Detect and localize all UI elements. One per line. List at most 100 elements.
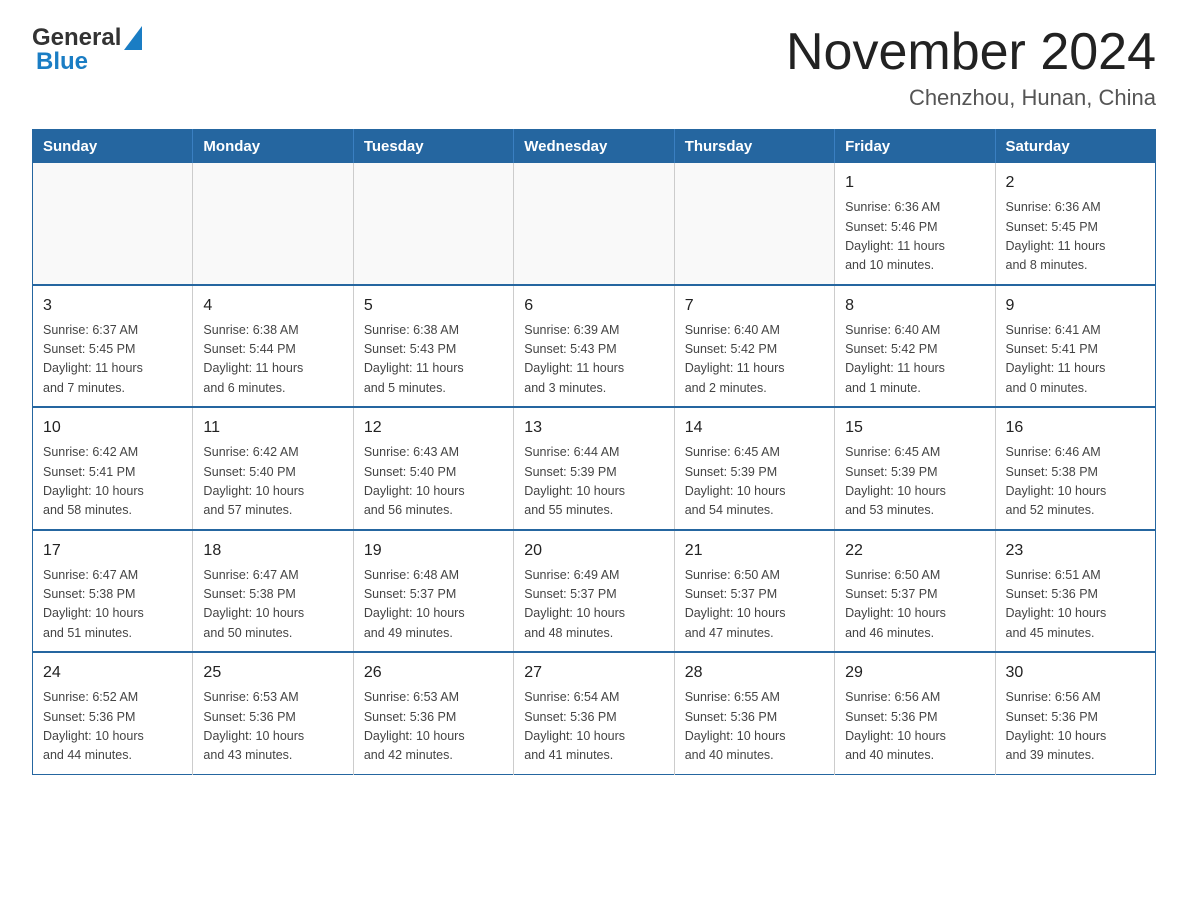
- day-info: Sunrise: 6:53 AMSunset: 5:36 PMDaylight:…: [203, 688, 342, 766]
- calendar-header: SundayMondayTuesdayWednesdayThursdayFrid…: [33, 130, 1156, 164]
- calendar-cell: 5 Sunrise: 6:38 AMSunset: 5:43 PMDaylight…: [353, 285, 513, 408]
- day-info: Sunrise: 6:54 AMSunset: 5:36 PMDaylight:…: [524, 688, 663, 766]
- calendar-cell: 29Sunrise: 6:56 AMSunset: 5:36 PMDayligh…: [835, 652, 995, 774]
- weekday-header-tuesday: Tuesday: [353, 130, 513, 164]
- header-right: November 2024 Chenzhou, Hunan, China: [786, 24, 1156, 111]
- day-info: Sunrise: 6:50 AMSunset: 5:37 PMDaylight:…: [845, 566, 984, 644]
- calendar-week-row: 24 Sunrise: 6:52 AMSunset: 5:36 PMDayligh…: [33, 652, 1156, 774]
- calendar-cell: 13 Sunrise: 6:44 AMSunset: 5:39 PMDayligh…: [514, 407, 674, 530]
- day-number: 12: [364, 416, 503, 440]
- calendar-cell: 21 Sunrise: 6:50 AMSunset: 5:37 PMDayligh…: [674, 530, 834, 653]
- day-info: Sunrise: 6:56 AMSunset: 5:36 PMDaylight:…: [1006, 688, 1145, 766]
- calendar-body: 1 Sunrise: 6:36 AMSunset: 5:46 PMDaylight…: [33, 163, 1156, 774]
- day-number: 4: [203, 294, 342, 318]
- day-number: 11: [203, 416, 342, 440]
- day-info: Sunrise: 6:46 AMSunset: 5:38 PMDaylight:…: [1006, 443, 1145, 521]
- calendar-cell: 23 Sunrise: 6:51 AMSunset: 5:36 PMDayligh…: [995, 530, 1155, 653]
- calendar-cell: 1 Sunrise: 6:36 AMSunset: 5:46 PMDaylight…: [835, 163, 995, 285]
- calendar-cell: 4 Sunrise: 6:38 AMSunset: 5:44 PMDaylight…: [193, 285, 353, 408]
- calendar-cell: 28 Sunrise: 6:55 AMSunset: 5:36 PMDayligh…: [674, 652, 834, 774]
- day-info: Sunrise: 6:51 AMSunset: 5:36 PMDaylight:…: [1006, 566, 1145, 644]
- day-info: Sunrise: 6:36 AMSunset: 5:45 PMDaylight:…: [1006, 198, 1145, 276]
- day-number: 25: [203, 661, 342, 685]
- day-number: 14: [685, 416, 824, 440]
- day-number: 22: [845, 539, 984, 563]
- calendar-cell: 12 Sunrise: 6:43 AMSunset: 5:40 PMDayligh…: [353, 407, 513, 530]
- day-number: 6: [524, 294, 663, 318]
- day-number: 23: [1006, 539, 1145, 563]
- day-info: Sunrise: 6:55 AMSunset: 5:36 PMDaylight:…: [685, 688, 824, 766]
- calendar-cell: 11 Sunrise: 6:42 AMSunset: 5:40 PMDayligh…: [193, 407, 353, 530]
- day-info: Sunrise: 6:37 AMSunset: 5:45 PMDaylight:…: [43, 321, 182, 399]
- day-number: 21: [685, 539, 824, 563]
- calendar-cell: 17 Sunrise: 6:47 AMSunset: 5:38 PMDayligh…: [33, 530, 193, 653]
- calendar-cell: 20 Sunrise: 6:49 AMSunset: 5:37 PMDayligh…: [514, 530, 674, 653]
- logo: General Blue: [32, 24, 143, 76]
- day-number: 8: [845, 294, 984, 318]
- calendar-cell: 18 Sunrise: 6:47 AMSunset: 5:38 PMDayligh…: [193, 530, 353, 653]
- day-number: 27: [524, 661, 663, 685]
- calendar-cell: 30 Sunrise: 6:56 AMSunset: 5:36 PMDayligh…: [995, 652, 1155, 774]
- calendar-cell: [193, 163, 353, 285]
- day-info: Sunrise: 6:42 AMSunset: 5:40 PMDaylight:…: [203, 443, 342, 521]
- calendar-cell: 6Sunrise: 6:39 AMSunset: 5:43 PMDaylight…: [514, 285, 674, 408]
- day-number: 18: [203, 539, 342, 563]
- calendar-cell: 10Sunrise: 6:42 AMSunset: 5:41 PMDayligh…: [33, 407, 193, 530]
- day-number: 15: [845, 416, 984, 440]
- day-number: 17: [43, 539, 182, 563]
- day-info: Sunrise: 6:41 AMSunset: 5:41 PMDaylight:…: [1006, 321, 1145, 399]
- calendar-cell: 2 Sunrise: 6:36 AMSunset: 5:45 PMDaylight…: [995, 163, 1155, 285]
- day-number: 26: [364, 661, 503, 685]
- day-info: Sunrise: 6:36 AMSunset: 5:46 PMDaylight:…: [845, 198, 984, 276]
- month-title: November 2024: [786, 24, 1156, 81]
- weekday-header-monday: Monday: [193, 130, 353, 164]
- day-info: Sunrise: 6:52 AMSunset: 5:36 PMDaylight:…: [43, 688, 182, 766]
- day-number: 1: [845, 171, 984, 195]
- calendar-cell: 3 Sunrise: 6:37 AMSunset: 5:45 PMDaylight…: [33, 285, 193, 408]
- day-info: Sunrise: 6:43 AMSunset: 5:40 PMDaylight:…: [364, 443, 503, 521]
- calendar-table: SundayMondayTuesdayWednesdayThursdayFrid…: [32, 129, 1156, 775]
- day-number: 30: [1006, 661, 1145, 685]
- calendar-week-row: 10Sunrise: 6:42 AMSunset: 5:41 PMDayligh…: [33, 407, 1156, 530]
- weekday-header-wednesday: Wednesday: [514, 130, 674, 164]
- day-number: 9: [1006, 294, 1145, 318]
- day-info: Sunrise: 6:44 AMSunset: 5:39 PMDaylight:…: [524, 443, 663, 521]
- day-number: 13: [524, 416, 663, 440]
- day-info: Sunrise: 6:53 AMSunset: 5:36 PMDaylight:…: [364, 688, 503, 766]
- day-number: 5: [364, 294, 503, 318]
- day-number: 7: [685, 294, 824, 318]
- day-info: Sunrise: 6:56 AMSunset: 5:36 PMDaylight:…: [845, 688, 984, 766]
- weekday-header-saturday: Saturday: [995, 130, 1155, 164]
- day-number: 16: [1006, 416, 1145, 440]
- weekday-header-sunday: Sunday: [33, 130, 193, 164]
- logo-triangle-icon: [124, 26, 142, 50]
- day-info: Sunrise: 6:45 AMSunset: 5:39 PMDaylight:…: [685, 443, 824, 521]
- page-header: General Blue November 2024 Chenzhou, Hun…: [32, 24, 1156, 111]
- day-info: Sunrise: 6:50 AMSunset: 5:37 PMDaylight:…: [685, 566, 824, 644]
- day-number: 2: [1006, 171, 1145, 195]
- calendar-cell: 27 Sunrise: 6:54 AMSunset: 5:36 PMDayligh…: [514, 652, 674, 774]
- day-number: 28: [685, 661, 824, 685]
- weekday-header-row: SundayMondayTuesdayWednesdayThursdayFrid…: [33, 130, 1156, 164]
- calendar-cell: [353, 163, 513, 285]
- day-info: Sunrise: 6:47 AMSunset: 5:38 PMDaylight:…: [43, 566, 182, 644]
- day-number: 24: [43, 661, 182, 685]
- calendar-cell: 22 Sunrise: 6:50 AMSunset: 5:37 PMDayligh…: [835, 530, 995, 653]
- day-info: Sunrise: 6:49 AMSunset: 5:37 PMDaylight:…: [524, 566, 663, 644]
- calendar-cell: 8Sunrise: 6:40 AMSunset: 5:42 PMDaylight…: [835, 285, 995, 408]
- day-info: Sunrise: 6:40 AMSunset: 5:42 PMDaylight:…: [685, 321, 824, 399]
- calendar-week-row: 3 Sunrise: 6:37 AMSunset: 5:45 PMDaylight…: [33, 285, 1156, 408]
- day-number: 20: [524, 539, 663, 563]
- day-info: Sunrise: 6:42 AMSunset: 5:41 PMDaylight:…: [43, 443, 182, 521]
- calendar-cell: [674, 163, 834, 285]
- weekday-header-thursday: Thursday: [674, 130, 834, 164]
- day-info: Sunrise: 6:47 AMSunset: 5:38 PMDaylight:…: [203, 566, 342, 644]
- day-info: Sunrise: 6:38 AMSunset: 5:43 PMDaylight:…: [364, 321, 503, 399]
- calendar-cell: 9 Sunrise: 6:41 AMSunset: 5:41 PMDaylight…: [995, 285, 1155, 408]
- day-number: 3: [43, 294, 182, 318]
- calendar-cell: 14 Sunrise: 6:45 AMSunset: 5:39 PMDayligh…: [674, 407, 834, 530]
- calendar-week-row: 17 Sunrise: 6:47 AMSunset: 5:38 PMDayligh…: [33, 530, 1156, 653]
- calendar-cell: [33, 163, 193, 285]
- day-info: Sunrise: 6:38 AMSunset: 5:44 PMDaylight:…: [203, 321, 342, 399]
- calendar-cell: 24 Sunrise: 6:52 AMSunset: 5:36 PMDayligh…: [33, 652, 193, 774]
